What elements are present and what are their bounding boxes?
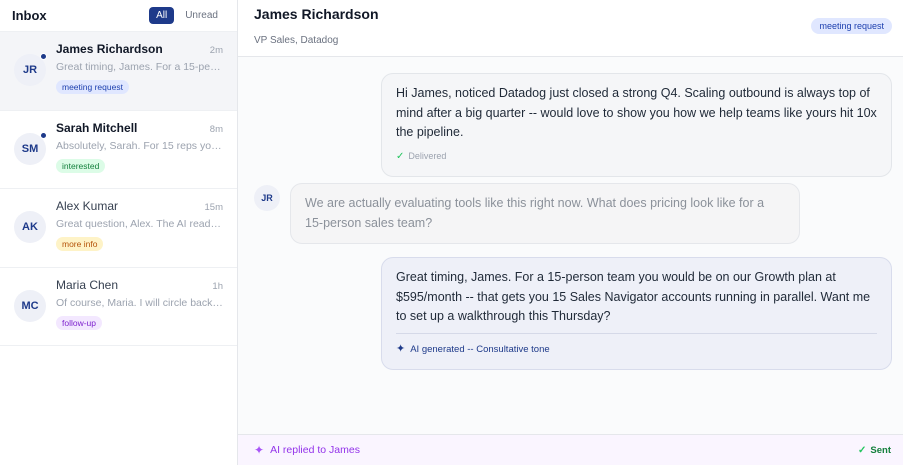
inbox-header: Inbox All Unread [0,0,237,32]
check-icon: ✓ [858,444,867,456]
incoming-message: We are actually evaluating tools like th… [290,183,800,244]
conversation-time: 2m [209,45,223,56]
inbox-filters: All Unread [149,7,225,24]
conversation-time: 15m [204,202,223,213]
sparkle-icon: ✦ [396,342,406,355]
conversation-name: James Richardson [56,42,163,56]
conversation-preview: Absolutely, Sarah. For 15 reps you would… [56,139,223,152]
status-badge: meeting request [56,80,129,94]
ai-reply-status-label: AI replied to James [270,444,360,456]
conversation-preview: Of course, Maria. I will circle back nex… [56,296,223,309]
conversation-preview: Great timing, James. For a 15-person tea… [56,61,223,73]
conversation-thread: James Richardson VP Sales, Datadog meeti… [238,0,903,465]
status-badge: meeting request [811,18,892,34]
avatar: AK [14,211,46,243]
thread-footer: ✦ AI replied to James ✓ Sent [238,434,903,465]
ai-generated-note: ✦ AI generated -- Consultative tone [396,332,877,360]
avatar-initials: JR [261,193,273,203]
conversation-name: Alex Kumar [56,199,119,213]
conversation-item-james-richardson[interactable]: JR James Richardson 2m Great timing, Jam… [0,32,237,111]
message-text: We are actually evaluating tools like th… [305,196,765,230]
sent-status: ✓ Sent [858,445,891,456]
conversation-preview: Great question, Alex. The AI reads every… [56,218,223,230]
delivery-status: ✓ Delivered [396,147,877,167]
avatar-initials: AK [22,221,38,233]
message-text: Great timing, James. For a 15-person tea… [396,270,871,323]
inbox-title: Inbox [12,8,47,23]
contact-role: VP Sales, Datadog [254,35,339,46]
thread-header: James Richardson VP Sales, Datadog meeti… [238,0,903,57]
unread-dot-icon [40,131,47,139]
conversation-item-maria-chen[interactable]: MC Maria Chen 1h Of course, Maria. I wil… [0,268,237,346]
sent-status-label: Sent [870,444,891,456]
conversation-name: Sarah Mitchell [56,120,138,135]
delivery-status-label: Delivered [408,150,447,161]
avatar-initials: JR [22,64,38,76]
contact-name: James Richardson [254,6,379,22]
avatar-initials: MC [21,299,39,312]
ai-reply-message: Great timing, James. For a 15-person tea… [381,257,892,370]
conversation-name: Maria Chen [56,277,119,292]
status-badge: interested [56,158,106,173]
filter-all[interactable]: All [149,7,175,24]
avatar: MC [14,289,46,322]
ai-note-label: AI generated -- Consultative tone [410,343,550,355]
status-badge: follow-up [56,315,103,330]
conversation-time: 1h [212,280,223,292]
unread-dot-icon [40,53,47,60]
outgoing-message: Hi James, noticed Datadog just closed a … [381,73,892,177]
avatar-initials: SM [21,142,39,155]
sparkle-icon: ✦ [254,443,265,457]
avatar: JR [14,53,47,86]
status-badge: more info [56,237,104,251]
avatar: SM [14,131,47,165]
message-text: Hi James, noticed Datadog just closed a … [396,86,877,139]
filter-unread[interactable]: Unread [178,7,225,24]
ai-reply-status: ✦ AI replied to James [254,443,360,457]
conversation-item-alex-kumar[interactable]: AK Alex Kumar 15m Great question, Alex. … [0,189,237,268]
inbox-sidebar: Inbox All Unread JR James Richardson 2m … [0,0,238,465]
conversation-time: 8m [209,123,223,135]
check-icon: ✓ [396,150,405,162]
avatar: JR [254,185,280,211]
conversation-item-sarah-mitchell[interactable]: SM Sarah Mitchell 8m Absolutely, Sarah. … [0,111,237,189]
